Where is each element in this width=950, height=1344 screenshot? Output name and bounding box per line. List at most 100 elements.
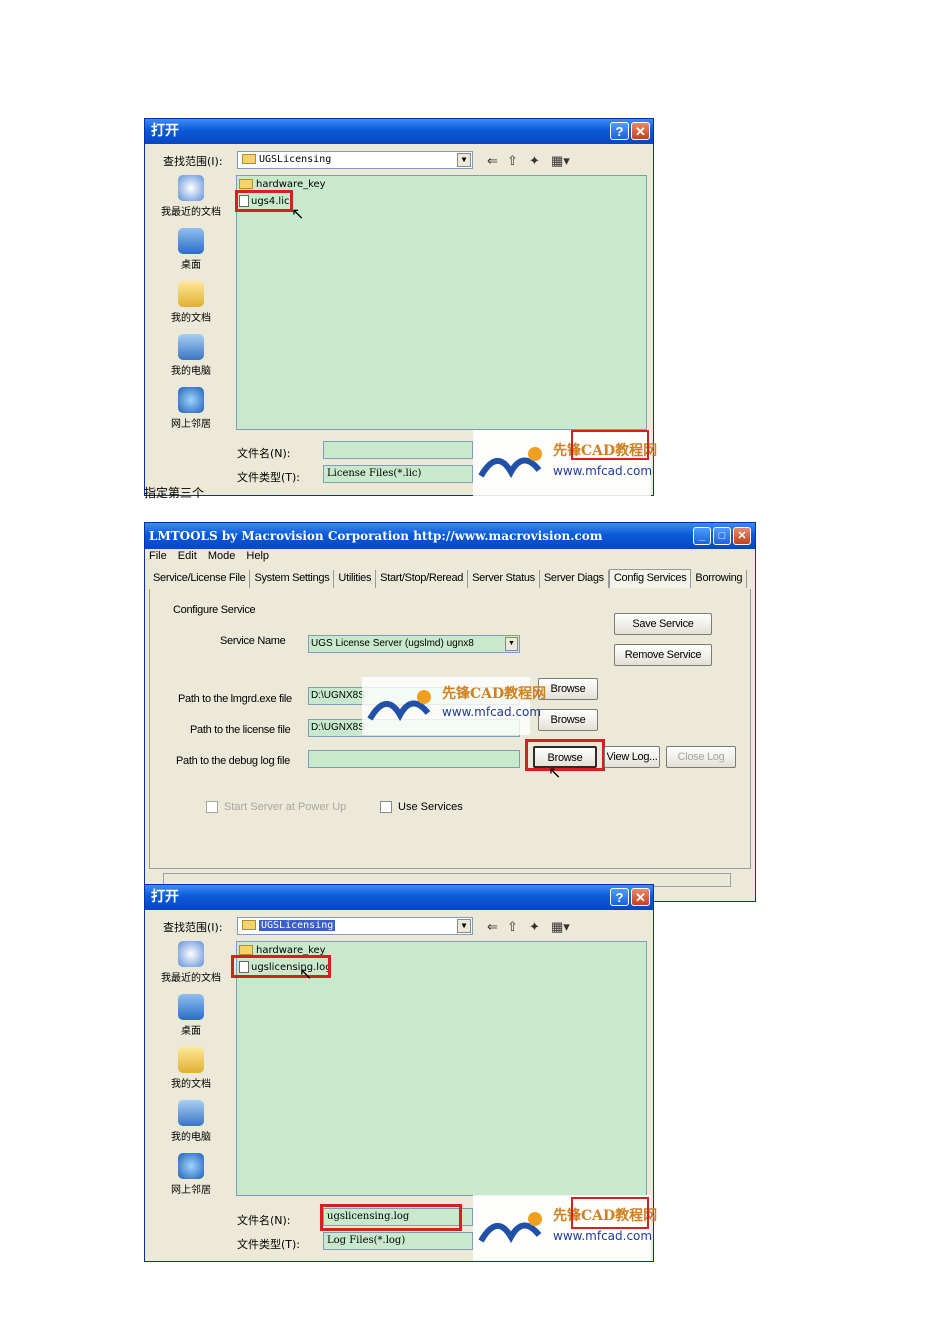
view-menu-icon[interactable]: ▦▾ (551, 919, 570, 935)
open-dialog-1: 打开 ? ✕ 查找范围(I): UGSLicensing ▼ ⇐ ⇧ ✦ ▦▾ … (144, 118, 657, 496)
look-in-label: 查找范围(I): (163, 921, 223, 934)
menu-file[interactable]: File (149, 550, 167, 562)
look-in-value: UGSLicensing (259, 920, 336, 931)
look-in-label: 查找范围(I): (163, 155, 223, 168)
cursor-icon: ↖ (548, 765, 562, 782)
place-my-documents[interactable]: 我的文档 (151, 281, 231, 324)
file-list[interactable]: hardware_key ugs4.lic ↖ (235, 175, 647, 430)
network-icon (178, 1153, 204, 1179)
desktop-icon (178, 994, 204, 1020)
tab-config-services[interactable]: Config Services (608, 569, 692, 588)
service-name-combo[interactable]: UGS License Server (ugslmd) ugnx8 ▼ (308, 635, 520, 653)
chevron-down-icon[interactable]: ▼ (457, 153, 471, 167)
place-my-computer[interactable]: 我的电脑 (151, 334, 231, 377)
close-button[interactable]: ✕ (733, 527, 751, 545)
watermark-url: www.mfcad.com (553, 464, 653, 478)
filetype-combo[interactable]: Log Files(*.log) (323, 1232, 473, 1250)
network-icon (178, 387, 204, 413)
filetype-label: 文件类型(T): (237, 1238, 301, 1251)
place-my-documents[interactable]: 我的文档 (151, 1047, 231, 1090)
minimize-button[interactable]: _ (693, 527, 711, 545)
watermark-logo-icon (367, 690, 431, 722)
service-name-label: Service Name (220, 635, 286, 647)
desktop-icon (178, 228, 204, 254)
look-in-combo[interactable]: UGSLicensing ▼ (237, 917, 473, 935)
tab-borrowing[interactable]: Borrowing (691, 570, 748, 588)
lmgrd-browse-button[interactable]: Browse (538, 678, 598, 700)
debug-browse-button[interactable]: Browse (533, 746, 597, 768)
back-icon[interactable]: ⇐ (487, 153, 498, 169)
watermark: 先锋CAD教程网 www.mfcad.com (473, 1195, 657, 1261)
place-recent[interactable]: 我最近的文档 (151, 175, 231, 218)
debug-log-path-label: Path to the debug log file (176, 755, 290, 767)
place-my-computer[interactable]: 我的电脑 (151, 1100, 231, 1143)
config-services-panel: Configure Service Service Name UGS Licen… (149, 589, 751, 869)
my-documents-icon (178, 281, 204, 307)
place-desktop[interactable]: 桌面 (151, 228, 231, 271)
tab-system-settings[interactable]: System Settings (250, 570, 335, 588)
save-service-button[interactable]: Save Service (614, 613, 712, 635)
place-network[interactable]: 网上邻居 (151, 1153, 231, 1196)
caption-text: 指定第三个 (144, 486, 205, 500)
folder-icon (239, 179, 253, 189)
up-folder-icon[interactable]: ⇧ (507, 919, 518, 935)
list-item[interactable]: hardware_key (239, 179, 326, 190)
watermark-text: 先锋CAD教程网 (442, 686, 547, 702)
new-folder-icon[interactable]: ✦ (529, 153, 540, 169)
watermark-url: www.mfcad.com (553, 1229, 653, 1243)
filename-field[interactable] (323, 441, 473, 459)
menu-mode[interactable]: Mode (208, 550, 236, 562)
highlight-box (231, 955, 331, 978)
debug-log-path-field[interactable] (308, 750, 520, 768)
chevron-down-icon[interactable]: ▼ (505, 637, 518, 651)
tab-start-stop-reread[interactable]: Start/Stop/Reread (376, 570, 469, 588)
filetype-combo[interactable]: License Files(*.lic) (323, 465, 473, 483)
help-button[interactable]: ? (610, 888, 629, 906)
watermark-url: www.mfcad.com (442, 705, 542, 719)
places-bar: 我最近的文档 桌面 我的文档 我的电脑 网上邻居 (151, 941, 231, 1206)
lmtools-window: LMTOOLS by Macrovision Corporation http:… (144, 522, 756, 902)
close-button[interactable]: ✕ (631, 888, 650, 906)
places-bar: 我最近的文档 桌面 我的文档 我的电脑 网上邻居 (151, 175, 231, 440)
chevron-down-icon[interactable]: ▼ (457, 919, 471, 933)
place-desktop[interactable]: 桌面 (151, 994, 231, 1037)
menu-help[interactable]: Help (246, 550, 269, 562)
maximize-button[interactable]: □ (713, 527, 731, 545)
filename-label: 文件名(N): (237, 447, 291, 460)
up-folder-icon[interactable]: ⇧ (507, 153, 518, 169)
place-network[interactable]: 网上邻居 (151, 387, 231, 430)
remove-service-button[interactable]: Remove Service (614, 644, 712, 666)
start-at-power-up-checkbox[interactable]: Start Server at Power Up (206, 801, 346, 814)
tab-service-license-file[interactable]: Service/License File (149, 570, 251, 588)
back-icon[interactable]: ⇐ (487, 919, 498, 935)
filename-label: 文件名(N): (237, 1214, 291, 1227)
tab-utilities[interactable]: Utilities (334, 570, 377, 588)
cursor-icon: ↖ (299, 966, 313, 983)
close-log-button[interactable]: Close Log (666, 746, 736, 768)
menu-edit[interactable]: Edit (178, 550, 197, 562)
watermark-logo-icon (478, 1212, 542, 1244)
highlight-box (235, 190, 293, 212)
view-log-button[interactable]: View Log... (604, 746, 660, 768)
lmtools-title: LMTOOLS by Macrovision Corporation http:… (145, 523, 755, 549)
open-dialog-2: 打开 ? ✕ 查找范围(I): UGSLicensing ▼ ⇐ ⇧ ✦ ▦▾ … (144, 884, 657, 1262)
view-menu-icon[interactable]: ▦▾ (551, 153, 570, 169)
lmgrd-path-label: Path to the lmgrd.exe file (178, 693, 292, 705)
license-browse-button[interactable]: Browse (538, 709, 598, 731)
help-button[interactable]: ? (610, 122, 629, 140)
look-in-combo[interactable]: UGSLicensing ▼ (237, 151, 473, 169)
close-button[interactable]: ✕ (631, 122, 650, 140)
dialog-title: 打开 (145, 119, 653, 144)
folder-icon (242, 920, 256, 930)
tab-server-diags[interactable]: Server Diags (540, 570, 609, 588)
file-list[interactable]: hardware_key ugslicensing.log ↖ (231, 941, 647, 1196)
watermark: 先锋CAD教程网 www.mfcad.com (362, 677, 546, 735)
menu-bar: File Edit Mode Help (149, 550, 277, 568)
new-folder-icon[interactable]: ✦ (529, 919, 540, 935)
recent-documents-icon (178, 175, 204, 201)
watermark: 先锋CAD教程网 www.mfcad.com (473, 430, 657, 496)
use-services-checkbox[interactable]: Use Services (380, 801, 463, 814)
tab-server-status[interactable]: Server Status (468, 570, 540, 588)
place-recent[interactable]: 我最近的文档 (151, 941, 231, 984)
my-computer-icon (178, 1100, 204, 1126)
